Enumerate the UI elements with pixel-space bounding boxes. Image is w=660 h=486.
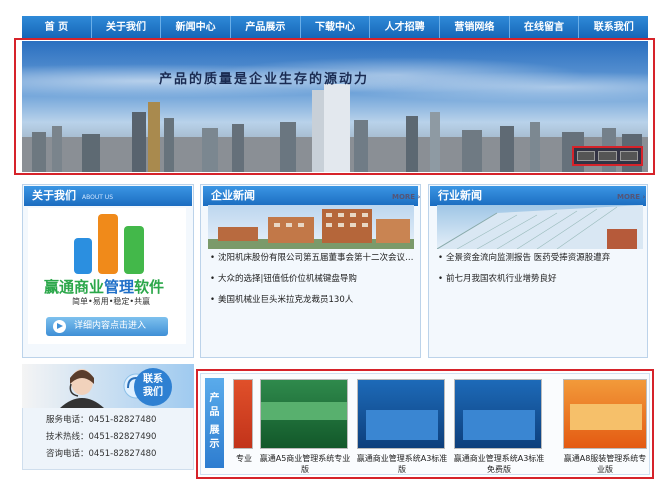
company-news-item[interactable]: 美国机械业巨头米拉克龙裁员130人	[210, 290, 415, 311]
company-news-title: 企业新闻	[203, 186, 418, 206]
arrow-right-icon	[53, 320, 66, 333]
about-subtitle: ABOUT US	[82, 194, 114, 201]
detail-enter-button-label: 详细内容点击进入	[74, 321, 147, 331]
product-label-1[interactable]: 专业	[232, 453, 256, 464]
product-thumbnail-2[interactable]	[260, 379, 348, 449]
industry-news-title-text: 行业新闻	[438, 189, 482, 202]
industry-news-item[interactable]: 全景资金流向监测报告 医药受捧资源股遭弃	[438, 248, 643, 269]
company-news-item[interactable]: 大众的选择|钮值低价位机械键盘导购	[210, 269, 415, 290]
contact-label: 联系 我们	[139, 373, 167, 399]
logo-text-part2: 管理	[104, 278, 135, 296]
contact-label-line2: 我们	[143, 387, 163, 398]
industry-news-image	[437, 205, 643, 249]
company-news-item[interactable]: 沈阳机床股份有限公司第五届董事会第十二次会议…	[210, 248, 415, 269]
contact-info: 服务电话：0451-82827480 技术热线：0451-82827490 咨询…	[46, 412, 156, 463]
logo-text-part1: 赢通商业	[44, 278, 105, 296]
products-tab-line2: 展示	[209, 425, 220, 450]
building-photo	[208, 209, 414, 249]
products-tab-line1: 产品	[209, 393, 220, 418]
company-news-list: 沈阳机床股份有限公司第五届董事会第十二次会议… 大众的选择|钮值低价位机械键盘导…	[210, 248, 415, 311]
logo-slogan: 简单•易用•稳定•共赢	[72, 297, 151, 306]
products-tab: 产品 展示	[205, 378, 224, 468]
nav-products[interactable]: 产品展示	[231, 16, 301, 40]
product-label-3[interactable]: 赢通商业管理系统A3标准版	[355, 453, 449, 475]
contact-label-line1: 联系	[143, 374, 163, 385]
nav-home[interactable]: 首 页	[22, 16, 92, 40]
banner-highlight-frame	[14, 38, 655, 175]
product-thumbnail-3[interactable]	[357, 379, 445, 449]
banner-slide-button-3[interactable]	[619, 151, 638, 161]
nav-about[interactable]: 关于我们	[92, 16, 162, 40]
nav-contact[interactable]: 联系我们	[579, 16, 648, 40]
top-navigation: 首 页 关于我们 新闻中心 产品展示 下载中心 人才招聘 营销网络 在线留言 联…	[22, 16, 648, 40]
logo-wordmark: 赢通商业管理软件	[44, 276, 164, 297]
nav-network[interactable]: 营销网络	[440, 16, 510, 40]
product-label-4[interactable]: 赢通商业管理系统A3标准免费版	[452, 453, 546, 475]
nav-message[interactable]: 在线留言	[510, 16, 580, 40]
logo-text-part3: 软件	[134, 278, 165, 296]
banner-slide-button-2[interactable]	[598, 151, 617, 161]
product-label-2[interactable]: 赢通A5商业管理系统专业版	[258, 453, 352, 475]
industry-news-item[interactable]: 前七月我国农机行业增势良好	[438, 269, 643, 290]
nav-jobs[interactable]: 人才招聘	[370, 16, 441, 40]
nav-downloads[interactable]: 下载中心	[301, 16, 371, 40]
product-thumbnail-1[interactable]	[233, 379, 253, 449]
customer-service-photo	[60, 369, 104, 408]
product-thumbnail-4[interactable]	[454, 379, 542, 449]
glass-canopy-photo	[437, 205, 643, 249]
company-news-more-link[interactable]: MORE ›	[392, 193, 420, 201]
bar-logo-icon	[74, 214, 144, 274]
about-title-text: 关于我们	[32, 189, 76, 202]
detail-enter-button[interactable]: 详细内容点击进入	[46, 317, 168, 336]
service-phone: 服务电话：0451-82827480	[46, 415, 157, 425]
industry-news-list: 全景资金流向监测报告 医药受捧资源股遭弃 前七月我国农机行业增势良好	[438, 248, 643, 290]
nav-news[interactable]: 新闻中心	[161, 16, 232, 40]
company-news-title-text: 企业新闻	[211, 189, 255, 202]
industry-news-title: 行业新闻	[430, 186, 646, 206]
product-label-5[interactable]: 赢通A8服装管理系统专业版	[560, 453, 650, 475]
industry-news-more-link[interactable]: MORE ›	[617, 193, 645, 201]
banner-slide-button-1[interactable]	[577, 151, 596, 161]
consult-phone: 咨询电话：0451-82827480	[46, 449, 157, 459]
about-title: 关于我们 ABOUT US	[24, 186, 192, 206]
banner-slide-controls	[572, 146, 643, 166]
product-thumbnail-5[interactable]	[563, 379, 647, 449]
company-news-image	[208, 205, 414, 249]
tech-hotline: 技术热线：0451-82827490	[46, 432, 157, 442]
